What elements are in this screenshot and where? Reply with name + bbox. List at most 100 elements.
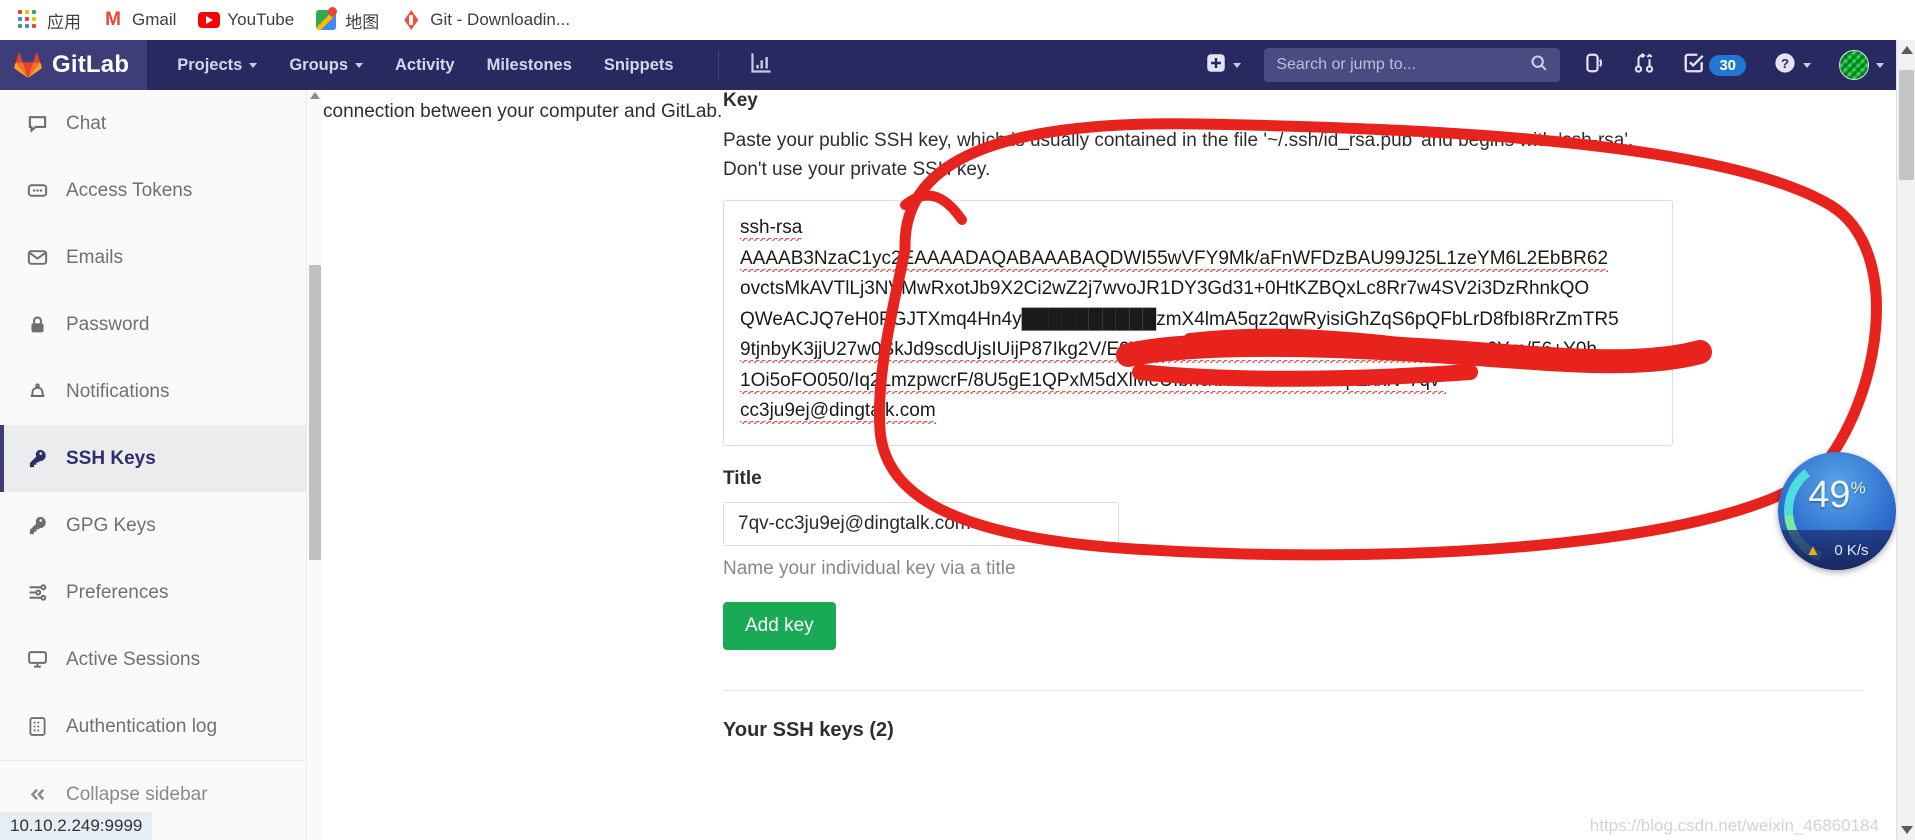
bookmark-label: 地图 [345, 12, 380, 32]
bookmark-label: Gmail [132, 10, 177, 29]
bookmark-youtube[interactable]: YouTube [190, 8, 308, 32]
sidebar-item-label: Emails [66, 246, 124, 268]
nav-label: Groups [289, 55, 348, 74]
nav-label: Milestones [486, 55, 572, 74]
ssh-key-form: Key Paste your public SSH key, which is … [723, 90, 1863, 742]
bookmark-git[interactable]: Git - Downloadin... [393, 8, 584, 32]
add-key-button[interactable]: Add key [723, 601, 836, 650]
gitlab-tanuki-logo [14, 52, 42, 78]
sidebar-item-password[interactable]: Password [0, 291, 321, 358]
apps-grid-icon [18, 10, 38, 30]
title-input-value: 7qv-cc3ju9ej@dingtalk.com [738, 512, 971, 534]
chevron-down-icon [355, 62, 363, 68]
nav-label: Activity [395, 55, 455, 74]
sidebar-scrollbar[interactable] [306, 90, 322, 840]
sidebar-item-authentication-log[interactable]: Authentication log [0, 693, 321, 760]
issues-button[interactable] [1570, 40, 1618, 90]
key-line: QWeACJQ7eH0PGJTXmq4Hn4y██████████zmX4lmA… [740, 308, 1619, 330]
network-speed-widget[interactable]: 49% ▲ 0 K/s [1778, 452, 1896, 570]
git-icon [401, 10, 421, 30]
bookmark-label: 应用 [47, 12, 81, 32]
sidebar-item-emails[interactable]: Emails [0, 224, 321, 291]
gitlab-navbar: GitLab Projects Groups Activity Mileston… [0, 40, 1915, 90]
todo-check-icon [1683, 52, 1705, 79]
key-help-text: Paste your public SSH key, which is usua… [723, 130, 1634, 180]
chevron-down-icon [1803, 62, 1811, 68]
key-line: 9tjnbyK3jjU27w0SkJd9scdUjsIUijP87Ikg2V/E… [740, 335, 1656, 366]
gitlab-brand-text: GitLab [52, 51, 130, 78]
lock-icon [26, 314, 48, 336]
merge-requests-button[interactable] [1620, 40, 1668, 90]
speed-percent: 49% [1808, 474, 1866, 516]
sidebar-item-gpg-keys[interactable]: GPG Keys [0, 492, 321, 559]
gitlab-home-link[interactable]: GitLab [0, 40, 148, 90]
nav-analytics-button[interactable] [737, 40, 785, 90]
monitor-icon [26, 649, 48, 671]
section-divider [723, 689, 1863, 691]
chart-bar-icon [750, 52, 772, 79]
sidebar-item-preferences[interactable]: Preferences [0, 559, 321, 626]
list-grid-icon [26, 716, 48, 738]
bookmark-maps[interactable]: 地图 [308, 6, 393, 35]
title-input[interactable]: 7qv-cc3ju9ej@dingtalk.com [723, 501, 1119, 546]
key-textarea[interactable]: ssh-rsa AAAAB3NzaC1yc2EAAAADAQABAAABAQDW… [723, 200, 1673, 446]
nav-item-snippets[interactable]: Snippets [588, 40, 690, 90]
search-input[interactable]: Search or jump to... [1264, 48, 1561, 82]
key-line: ssh-rsa [740, 213, 1656, 244]
todos-count-badge: 30 [1709, 54, 1746, 76]
status-url-text: 10.10.2.249:9999 [10, 816, 143, 835]
scroll-down-arrow-icon[interactable] [1901, 826, 1913, 834]
nav-item-activity[interactable]: Activity [379, 40, 471, 90]
search-placeholder: Search or jump to... [1276, 56, 1416, 73]
key-line: cc3ju9ej@dingtalk.com [740, 396, 1656, 427]
browser-bookmarks-bar: 应用 M Gmail YouTube 地图 Git - Downloadin..… [0, 0, 1915, 40]
nav-item-projects[interactable]: Projects [161, 40, 273, 90]
issues-icon [1583, 52, 1605, 79]
sidebar-item-active-sessions[interactable]: Active Sessions [0, 626, 321, 693]
key-line: AAAAB3NzaC1yc2EAAAADAQABAAABAQDWI55wVFY9… [740, 244, 1656, 275]
google-maps-icon [316, 10, 337, 30]
search-icon [1530, 54, 1548, 77]
chevron-down-icon [249, 62, 258, 68]
scroll-up-arrow-icon[interactable] [1901, 46, 1913, 54]
question-circle-icon: ? [1774, 52, 1796, 79]
sidebar-item-label: Preferences [66, 581, 169, 603]
new-item-button[interactable] [1193, 40, 1254, 90]
sidebar-item-label: Chat [66, 112, 107, 134]
plus-square-icon [1206, 53, 1226, 78]
page-scroll-thumb[interactable] [1899, 70, 1914, 180]
chat-bubble-icon [26, 113, 48, 135]
sidebar-item-label: Authentication log [66, 715, 218, 737]
bookmark-apps[interactable]: 应用 [10, 6, 95, 35]
main-content: connection between your computer and Git… [323, 90, 1895, 840]
sidebar-item-label: GPG Keys [66, 514, 156, 536]
user-menu-button[interactable] [1826, 40, 1897, 90]
title-field-label: Title [723, 467, 762, 489]
help-button[interactable]: ? [1761, 40, 1824, 90]
avatar [1839, 50, 1869, 80]
speed-rate-value: 0 K/s [1834, 541, 1869, 559]
key-line: 1Oi5oFO050/Iq2LmzpwcrF/8U5gE1QPxM5dXlMeU… [740, 366, 1656, 397]
key-icon [26, 448, 48, 470]
nav-item-milestones[interactable]: Milestones [471, 40, 588, 90]
svg-text:?: ? [1781, 55, 1789, 70]
scroll-up-arrow-icon[interactable] [310, 92, 320, 99]
navbar-right-group: Search or jump to... 30 ? [1193, 40, 1915, 90]
bookmark-gmail[interactable]: M Gmail [95, 8, 190, 32]
bookmark-label: YouTube [227, 10, 295, 29]
sidebar-scroll-thumb[interactable] [309, 265, 321, 560]
screenshot-root: 应用 M Gmail YouTube 地图 Git - Downloadin..… [0, 0, 1915, 840]
sidebar-item-notifications[interactable]: Notifications [0, 358, 321, 425]
nav-item-groups[interactable]: Groups [273, 40, 379, 90]
sidebar-item-ssh-keys[interactable]: SSH Keys [0, 425, 321, 492]
youtube-icon [198, 10, 221, 30]
sidebar-item-access-tokens[interactable]: Access Tokens [0, 157, 321, 224]
bell-icon [26, 381, 48, 403]
sliders-icon [26, 582, 48, 604]
sidebar-item-chat[interactable]: Chat [0, 90, 321, 157]
your-ssh-keys-heading: Your SSH keys (2) [723, 718, 894, 741]
todos-button[interactable]: 30 [1670, 40, 1759, 90]
gmail-icon: M [105, 9, 121, 30]
sidebar-item-label: Notifications [66, 380, 170, 402]
page-scrollbar[interactable] [1896, 40, 1915, 840]
